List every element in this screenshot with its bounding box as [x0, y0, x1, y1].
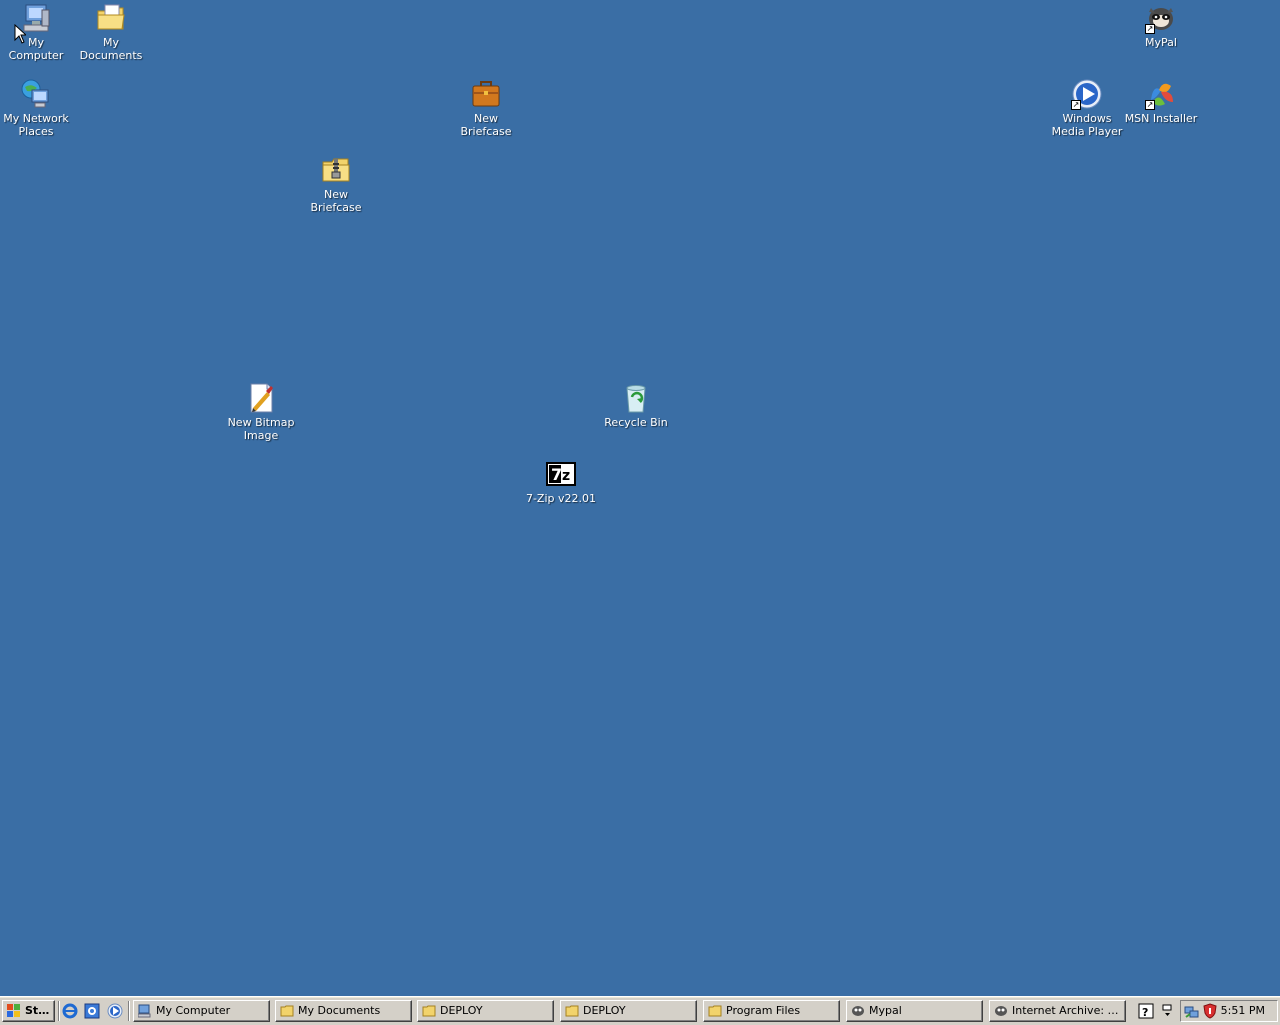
mouse-cursor-icon: [14, 23, 28, 44]
desktop-icon-new-briefcase-zip[interactable]: New Briefcase: [299, 154, 373, 214]
svg-text:?: ?: [1142, 1006, 1148, 1019]
desktop-icon-7zip[interactable]: 7z 7-Zip v22.01: [524, 458, 598, 505]
task-label: My Documents: [298, 1004, 381, 1017]
windows-flag-icon: [7, 1004, 21, 1018]
language-bar-icon[interactable]: [1160, 1003, 1176, 1019]
computer-icon: [137, 1004, 152, 1018]
task-button-program-files[interactable]: Program Files: [703, 1000, 840, 1022]
shortcut-arrow-icon: ↗: [1145, 24, 1155, 34]
desktop-icon-my-computer[interactable]: My Computer: [0, 2, 73, 62]
task-label: My Computer: [156, 1004, 231, 1017]
briefcase-icon: [470, 78, 502, 110]
taskbar-separator: [58, 1001, 60, 1021]
desktop-icon-label: MSN Installer: [1124, 112, 1198, 125]
taskbar-separator: [128, 1001, 130, 1021]
help-icon[interactable]: ?: [1138, 1003, 1154, 1019]
desktop-icon-label: My Network Places: [3, 112, 69, 138]
desktop-icon-msn-installer[interactable]: ↗ MSN Installer: [1124, 78, 1198, 125]
svg-text:7: 7: [551, 465, 562, 484]
task-button-deploy[interactable]: DEPLOY: [417, 1000, 554, 1022]
mypal-icon: ↗: [1145, 2, 1177, 34]
shortcut-arrow-icon: ↗: [1071, 100, 1081, 110]
folder-icon: [280, 1004, 294, 1018]
desktop: My Computer My Documents ↗ MyPal My Netw…: [0, 0, 1280, 996]
outlook-express-icon[interactable]: [84, 1003, 100, 1019]
desktop-icon-label: My Computer: [8, 36, 64, 62]
desktop-icon-label: New Briefcase: [460, 112, 512, 138]
recycle-bin-icon: [620, 382, 652, 414]
desktop-icon-label: Recycle Bin: [604, 416, 668, 429]
desktop-icon-label: MyPal: [1145, 36, 1177, 49]
documents-folder-icon: [95, 2, 127, 34]
desktop-icon-label: My Documents: [79, 36, 143, 62]
security-shield-icon[interactable]: [1202, 1003, 1218, 1022]
task-button-my-documents[interactable]: My Documents: [275, 1000, 412, 1022]
desktop-icon-label: New Briefcase: [310, 188, 362, 214]
task-button-mypal[interactable]: Mypal: [846, 1000, 983, 1022]
desktop-icon-label: 7-Zip v22.01: [525, 492, 597, 505]
clock[interactable]: 5:51 PM: [1221, 1001, 1265, 1021]
task-label: Internet Archive: Vie...: [1012, 1004, 1126, 1017]
desktop-icon-new-briefcase[interactable]: New Briefcase: [449, 78, 523, 138]
start-label: Start: [25, 1004, 55, 1017]
task-label: DEPLOY: [440, 1004, 483, 1017]
taskbar: Start My Computer My Documents DEPLOY DE…: [0, 996, 1280, 1025]
desktop-icon-windows-media-player[interactable]: ↗ Windows Media Player: [1050, 78, 1124, 138]
desktop-icon-new-bitmap-image[interactable]: New Bitmap Image: [224, 382, 298, 442]
internet-explorer-icon[interactable]: [62, 1003, 78, 1019]
desktop-icon-my-network-places[interactable]: My Network Places: [0, 78, 73, 138]
shortcut-arrow-icon: ↗: [1145, 100, 1155, 110]
mypal-icon: [851, 1004, 865, 1018]
start-button[interactable]: Start: [2, 1000, 55, 1022]
zip-folder-icon: [320, 154, 352, 186]
task-label: Mypal: [869, 1004, 902, 1017]
network-places-icon: [20, 78, 52, 110]
media-player-icon[interactable]: [107, 1003, 123, 1019]
folder-icon: [422, 1004, 436, 1018]
seven-zip-icon: 7z: [545, 458, 577, 490]
msn-icon: ↗: [1145, 78, 1177, 110]
desktop-icon-mypal[interactable]: ↗ MyPal: [1124, 2, 1198, 49]
task-button-internet-archive[interactable]: Internet Archive: Vie...: [989, 1000, 1126, 1022]
task-button-deploy-2[interactable]: DEPLOY: [560, 1000, 697, 1022]
desktop-icon-label: New Bitmap Image: [227, 416, 295, 442]
svg-text:z: z: [562, 468, 570, 484]
folder-icon: [708, 1004, 722, 1018]
mypal-icon: [994, 1004, 1008, 1018]
desktop-icon-recycle-bin[interactable]: Recycle Bin: [599, 382, 673, 429]
task-label: Program Files: [726, 1004, 801, 1017]
network-icon[interactable]: [1184, 1003, 1200, 1022]
task-button-my-computer[interactable]: My Computer: [133, 1000, 270, 1022]
paint-bitmap-icon: [245, 382, 277, 414]
task-label: DEPLOY: [583, 1004, 626, 1017]
desktop-icon-label: Windows Media Player: [1051, 112, 1123, 138]
desktop-icon-my-documents[interactable]: My Documents: [74, 2, 148, 62]
media-player-icon: ↗: [1071, 78, 1103, 110]
system-tray: 5:51 PM: [1180, 1000, 1278, 1022]
folder-icon: [565, 1004, 579, 1018]
